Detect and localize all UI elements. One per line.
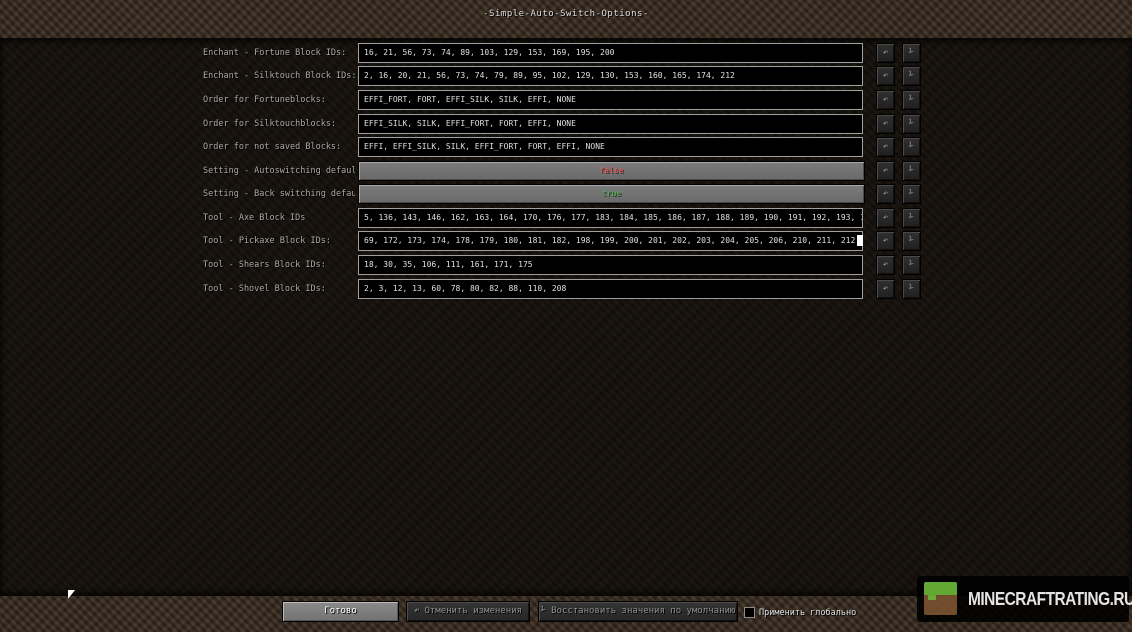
text-cursor xyxy=(857,235,863,246)
config-row-autoswitch-default: Setting - Autoswitching default false ↶ … xyxy=(0,161,1132,183)
undo-icon[interactable]: ↶ xyxy=(876,255,895,275)
undo-icon[interactable]: ↶ xyxy=(876,43,895,63)
config-row-axe-ids: Tool - Axe Block IDs 5, 136, 143, 146, 1… xyxy=(0,208,1132,230)
reset-default-icon[interactable]: ⅟ xyxy=(902,255,921,275)
row-label: Setting - Back switching default xyxy=(203,189,355,199)
undo-icon[interactable]: ↶ xyxy=(876,184,895,204)
watermark-logo xyxy=(924,582,957,615)
config-row-backswitch-default: Setting - Back switching default true ↶ … xyxy=(0,184,1132,206)
undo-icon[interactable]: ↶ xyxy=(876,114,895,134)
silktouch-ids-field[interactable]: 2, 16, 20, 21, 56, 73, 74, 79, 89, 95, 1… xyxy=(358,66,863,86)
config-row-order-fortune: Order for Fortuneblocks: EFFI_FORT, FORT… xyxy=(0,90,1132,112)
cancel-changes-label: Отменить изменения xyxy=(424,606,522,616)
row-label: Setting - Autoswitching default xyxy=(203,166,355,176)
pickaxe-ids-field[interactable]: 69, 172, 173, 174, 178, 179, 180, 181, 1… xyxy=(358,231,863,251)
reset-default-icon[interactable]: ⅟ xyxy=(902,161,921,181)
restore-defaults-button[interactable]: ⅟ Восстановить значения по умолчанию xyxy=(538,601,738,622)
config-row-shovel-ids: Tool - Shovel Block IDs: 2, 3, 12, 13, 6… xyxy=(0,279,1132,301)
config-row-order-silktouch: Order for Silktouchblocks: EFFI_SILK, SI… xyxy=(0,114,1132,136)
row-label: Order for not saved Blocks: xyxy=(203,142,342,152)
watermark: MINECRAFTRATING.RU xyxy=(917,576,1132,622)
watermark-text: MINECRAFTRATING.RU xyxy=(968,589,1132,609)
row-label: Enchant - Fortune Block IDs: xyxy=(203,48,347,58)
reset-default-icon[interactable]: ⅟ xyxy=(902,208,921,228)
order-fortune-field[interactable]: EFFI_FORT, FORT, EFFI_SILK, SILK, EFFI, … xyxy=(358,90,863,110)
undo-icon[interactable]: ↶ xyxy=(876,137,895,157)
reset-default-icon[interactable]: ⅟ xyxy=(902,279,921,299)
undo-icon[interactable]: ↶ xyxy=(876,90,895,110)
reset-default-icon[interactable]: ⅟ xyxy=(902,66,921,86)
shears-ids-field[interactable]: 18, 30, 35, 106, 111, 161, 171, 175 xyxy=(358,255,863,275)
cursor-icon xyxy=(68,590,75,599)
apply-global-checkbox[interactable] xyxy=(744,607,755,618)
axe-ids-field[interactable]: 5, 136, 143, 146, 162, 163, 164, 170, 17… xyxy=(358,208,863,228)
apply-global-label: Применить глобально xyxy=(759,608,857,618)
row-label: Order for Fortuneblocks: xyxy=(203,95,326,105)
row-label: Order for Silktouchblocks: xyxy=(203,119,337,129)
top-bar xyxy=(0,0,1132,38)
shovel-ids-field[interactable]: 2, 3, 12, 13, 60, 78, 80, 82, 88, 110, 2… xyxy=(358,279,863,299)
undo-icon[interactable]: ↶ xyxy=(876,279,895,299)
autoswitch-toggle-button[interactable]: false xyxy=(358,161,865,181)
row-label: Enchant - Silktouch Block IDs: xyxy=(203,71,355,81)
reset-default-icon[interactable]: ⅟ xyxy=(902,43,921,63)
config-list[interactable]: Enchant - Fortune Block IDs: 16, 21, 56,… xyxy=(0,38,1132,596)
order-unsaved-field[interactable]: EFFI, EFFI_SILK, SILK, EFFI_FORT, FORT, … xyxy=(358,137,863,157)
row-label: Tool - Axe Block IDs xyxy=(203,213,306,223)
order-silktouch-field[interactable]: EFFI_SILK, SILK, EFFI_FORT, FORT, EFFI, … xyxy=(358,114,863,134)
reset-default-icon[interactable]: ⅟ xyxy=(902,137,921,157)
reset-default-icon[interactable]: ⅟ xyxy=(902,184,921,204)
row-label: Tool - Shovel Block IDs: xyxy=(203,284,326,294)
reset-default-icon[interactable]: ⅟ xyxy=(902,114,921,134)
config-row-silktouch-ids: Enchant - Silktouch Block IDs: 2, 16, 20… xyxy=(0,66,1132,88)
config-row-fortune-ids: Enchant - Fortune Block IDs: 16, 21, 56,… xyxy=(0,43,1132,65)
restore-defaults-label: Восстановить значения по умолчанию xyxy=(551,606,736,616)
row-label: Tool - Shears Block IDs: xyxy=(203,260,326,270)
reset-default-icon: ⅟ xyxy=(540,606,547,616)
fortune-ids-field[interactable]: 16, 21, 56, 73, 74, 89, 103, 129, 153, 1… xyxy=(358,43,863,63)
cancel-changes-button[interactable]: ↶ Отменить изменения xyxy=(406,601,530,622)
undo-icon[interactable]: ↶ xyxy=(876,161,895,181)
reset-default-icon[interactable]: ⅟ xyxy=(902,90,921,110)
done-button[interactable]: Готово xyxy=(282,601,399,622)
config-row-shears-ids: Tool - Shears Block IDs: 18, 30, 35, 106… xyxy=(0,255,1132,277)
undo-icon: ↶ xyxy=(414,606,420,616)
backswitch-toggle-button[interactable]: true xyxy=(358,184,865,204)
undo-icon[interactable]: ↶ xyxy=(876,208,895,228)
config-row-order-unsaved: Order for not saved Blocks: EFFI, EFFI_S… xyxy=(0,137,1132,159)
row-label: Tool - Pickaxe Block IDs: xyxy=(203,236,331,246)
config-row-pickaxe-ids: Tool - Pickaxe Block IDs: 69, 172, 173, … xyxy=(0,231,1132,253)
reset-default-icon[interactable]: ⅟ xyxy=(902,231,921,251)
undo-icon[interactable]: ↶ xyxy=(876,231,895,251)
screen-title: -Simple-Auto-Switch-Options- xyxy=(483,9,649,19)
undo-icon[interactable]: ↶ xyxy=(876,66,895,86)
